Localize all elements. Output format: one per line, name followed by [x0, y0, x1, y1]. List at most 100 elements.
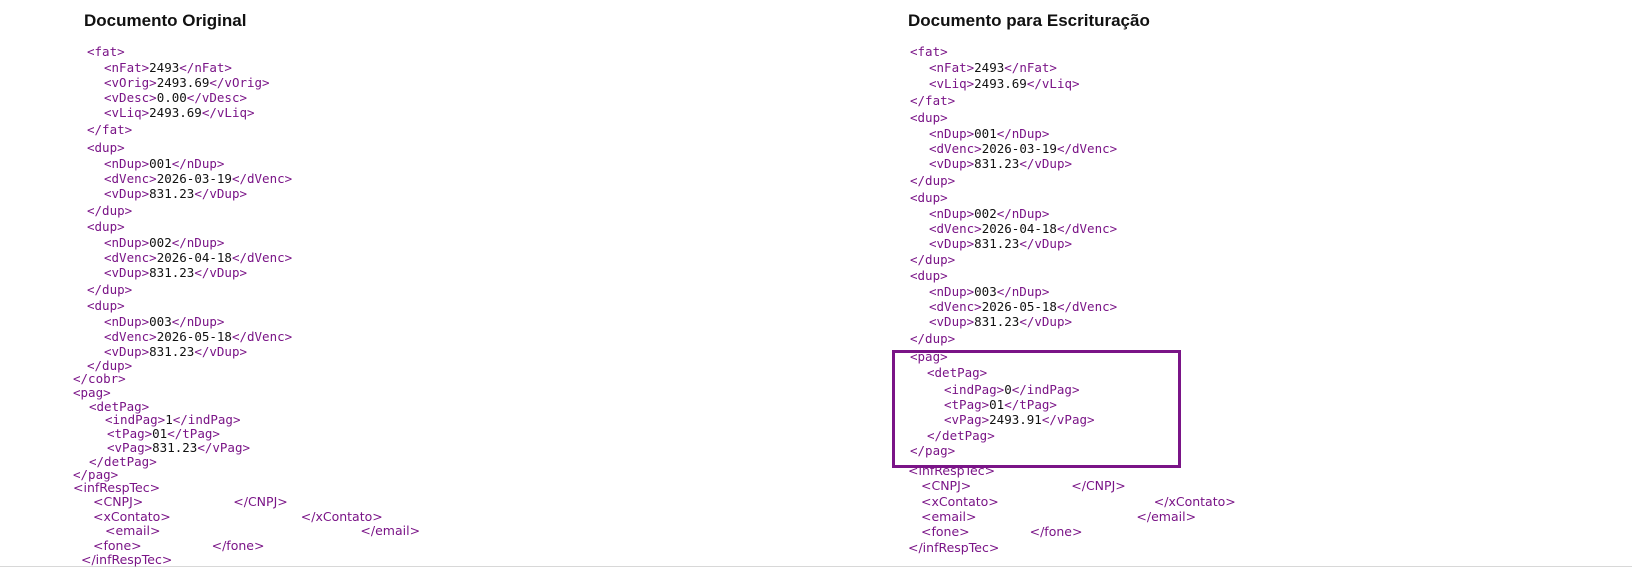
xml-value: 2026-05-18 [981, 299, 1057, 314]
xml-open-tag: <dup> [87, 140, 125, 155]
xml-close-tag: </xContato> [300, 509, 383, 524]
xml-value: 001 [149, 156, 172, 171]
xml-open-tag: <dVenc> [104, 329, 157, 344]
xml-open-tag: <dVenc> [104, 171, 157, 186]
xml-line-fone: <fone> </fone> [93, 538, 264, 553]
xml-open-tag: <nDup> [104, 314, 150, 329]
xml-open-tag: <dup> [87, 298, 125, 313]
xml-close-tag: </nDup> [171, 156, 225, 171]
xml-open-tag: </dup> [87, 282, 133, 297]
xml-value: 831.23 [152, 440, 198, 455]
xml-close-tag: </CNPJ> [1071, 478, 1126, 493]
xml-open-tag: <dVenc> [929, 141, 982, 156]
xml-line-vliq: <vLiq>2493.69</vLiq> [104, 105, 255, 120]
xml-value: 01 [152, 426, 168, 441]
xml-close-tag: </nDup> [996, 126, 1050, 141]
xml-value: 831.23 [974, 236, 1020, 251]
xml-value: 003 [149, 314, 172, 329]
xml-open-tag: </dup> [910, 173, 956, 188]
xml-value: 2026-04-18 [981, 221, 1057, 236]
xml-line-indpag: <indPag>0</indPag> [944, 382, 1079, 397]
xml-close-tag: </nDup> [171, 314, 225, 329]
xml-value: 831.23 [149, 186, 195, 201]
xml-open-tag: <fone> [921, 524, 970, 539]
xml-line-vdup: <vDup>831.23</vDup> [929, 156, 1072, 171]
xml-open-tag: <fat> [87, 44, 125, 59]
xml-open-tag: <xContato> [921, 494, 999, 509]
xml-open-tag: <tPag> [944, 397, 990, 412]
xml-value: 2026-05-18 [156, 329, 232, 344]
xml-line-email: <email> </email> [921, 509, 1196, 524]
xml-close-tag: </nDup> [171, 235, 225, 250]
xml-open-tag: <vPag> [107, 440, 153, 455]
xml-open-tag: <nDup> [104, 235, 150, 250]
xml-line-tpag: <tPag>01</tPag> [107, 426, 220, 441]
xml-value: 002 [974, 206, 997, 221]
xml-open-tag: <nDup> [104, 156, 150, 171]
xml-line-dvenc: <dVenc>2026-04-18</dVenc> [104, 250, 292, 265]
xml-value: 2026-03-19 [156, 171, 232, 186]
xml-line-dvenc: <dVenc>2026-04-18</dVenc> [929, 221, 1117, 236]
xml-line-xcontato: <xContato> </xContato> [93, 509, 383, 524]
xml-close-tag: </dVenc> [1056, 299, 1118, 314]
xml-line-nfat: <nFat>2493</nFat> [104, 60, 232, 75]
xml-open-tag: <pag> [910, 349, 948, 364]
xml-line-ndup: <nDup>003</nDup> [929, 284, 1049, 299]
xml-line-tpag: <tPag>01</tPag> [944, 397, 1057, 412]
xml-line-vdesc: <vDesc>0.00</vDesc> [104, 90, 247, 105]
xml-line-fat-close: </fat> [87, 122, 132, 137]
xml-open-tag: </pag> [910, 443, 956, 458]
xml-line-cobr-close: </cobr> [73, 371, 126, 386]
xml-line-ndup: <nDup>001</nDup> [929, 126, 1049, 141]
xml-open-tag: <dup> [910, 110, 948, 125]
xml-line-dup-close: </dup> [87, 203, 132, 218]
xml-open-tag: <dup> [910, 268, 948, 283]
xml-close-tag: </dVenc> [231, 250, 293, 265]
xml-line-vliq: <vLiq>2493.69</vLiq> [929, 76, 1080, 91]
xml-open-tag: <infRespTec> [908, 463, 996, 478]
xml-open-tag: </cobr> [73, 371, 126, 386]
xml-open-tag: </dup> [87, 203, 133, 218]
xml-open-tag: <dVenc> [929, 221, 982, 236]
xml-open-tag: </infRespTec> [908, 540, 1000, 555]
xml-close-tag: </dVenc> [231, 171, 293, 186]
xml-value: 1 [165, 412, 173, 427]
xml-line-dvenc: <dVenc>2026-03-19</dVenc> [104, 171, 292, 186]
xml-close-tag: </vPag> [197, 440, 250, 455]
xml-line-vdup: <vDup>831.23</vDup> [929, 236, 1072, 251]
bookkeeping-document-title: Documento para Escrituração [908, 11, 1150, 30]
xml-line-dvenc: <dVenc>2026-03-19</dVenc> [929, 141, 1117, 156]
xml-line-dup: <dup> [910, 190, 948, 205]
xml-line-fat: <fat> [910, 44, 948, 59]
xml-value: 2493.91 [989, 412, 1042, 427]
xml-open-tag: <dVenc> [104, 250, 157, 265]
xml-value: 2493.69 [974, 76, 1027, 91]
xml-close-tag: </nFat> [179, 60, 232, 75]
xml-open-tag: <vLiq> [104, 105, 150, 120]
xml-open-tag: <detPag> [927, 365, 988, 380]
xml-open-tag: <vPag> [944, 412, 990, 427]
xml-close-tag: </CNPJ> [233, 494, 288, 509]
xml-open-tag: <vDup> [104, 186, 150, 201]
xml-line-ndup: <nDup>002</nDup> [104, 235, 224, 250]
xml-open-tag: <nFat> [929, 60, 975, 75]
xml-open-tag: <vDup> [929, 314, 975, 329]
xml-value: 003 [974, 284, 997, 299]
xml-open-tag: </fat> [87, 122, 133, 137]
xml-line-infresptec-close: </infRespTec> [81, 552, 172, 567]
xml-close-tag: </fone> [211, 538, 265, 553]
xml-open-tag: <indPag> [105, 412, 166, 427]
xml-open-tag: <vOrig> [104, 75, 157, 90]
xml-line-infresptec-close: </infRespTec> [908, 540, 999, 555]
xml-line-nfat: <nFat>2493</nFat> [929, 60, 1057, 75]
xml-open-tag: </detPag> [927, 428, 995, 443]
xml-close-tag: </vDup> [1019, 156, 1072, 171]
xml-close-tag: </xContato> [1153, 494, 1236, 509]
xml-close-tag: </indPag> [1011, 382, 1080, 397]
xml-open-tag: <xContato> [93, 509, 171, 524]
xml-line-indpag: <indPag>1</indPag> [105, 412, 240, 427]
xml-open-tag: <pag> [73, 385, 111, 400]
xml-value: 2493 [149, 60, 180, 75]
xml-line-fone: <fone> </fone> [921, 524, 1082, 539]
xml-close-tag: </vDup> [194, 186, 247, 201]
